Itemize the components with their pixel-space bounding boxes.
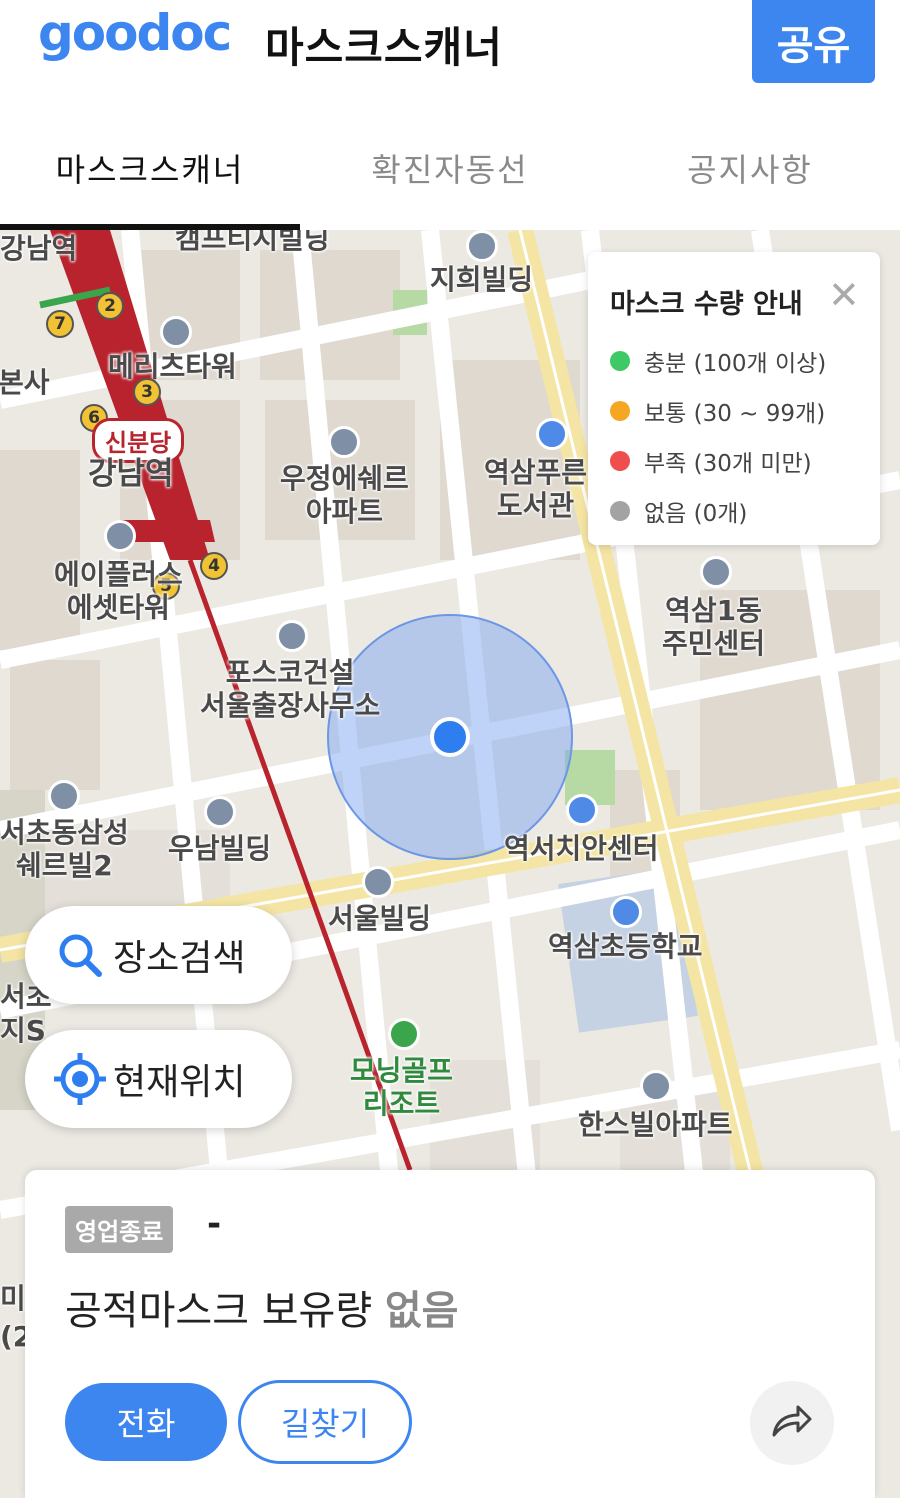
map-label-morning-golf: 모닝골프 리조트	[350, 1054, 454, 1120]
building-icon	[466, 230, 498, 262]
close-icon[interactable]: ✕	[828, 276, 860, 314]
apartment-icon	[640, 1070, 672, 1102]
building-icon	[276, 620, 308, 652]
building-icon	[204, 796, 236, 828]
tab-confirmed-route[interactable]: 확진자동선	[300, 145, 600, 191]
stock-label: 공적마스크 보유량	[65, 1288, 373, 1334]
share-arrow-icon	[770, 1401, 814, 1445]
apartment-icon	[48, 780, 80, 812]
map-label-yeoksam-school: 역삼초등학교	[548, 930, 703, 963]
legend-label: 없음 (0개)	[644, 501, 748, 527]
share-button[interactable]: 공유	[752, 0, 875, 83]
stock-value: 없음	[384, 1288, 459, 1334]
legend-label: 부족 (30개 미만)	[644, 451, 812, 477]
building-icon	[160, 316, 192, 348]
location-target-icon	[47, 1051, 113, 1107]
search-icon	[47, 930, 113, 980]
library-icon	[536, 418, 568, 450]
legend-item-none: 없음 (0개)	[610, 494, 747, 528]
school-icon	[610, 896, 642, 928]
map-label-posco: 포스코건설 서울출장사무소	[200, 656, 381, 722]
green-dot-icon	[610, 351, 630, 371]
building-icon	[104, 520, 136, 552]
map-label-jihee: 지희빌딩	[430, 263, 534, 296]
legend-item-normal: 보통 (30 ~ 99개)	[610, 394, 825, 428]
map-label-bonsa: 본사	[0, 366, 50, 399]
mask-stock-line: 공적마스크 보유량 없음	[65, 1278, 458, 1336]
police-icon	[566, 794, 598, 826]
legend-item-plenty: 충분 (100개 이상)	[610, 344, 826, 378]
app-title: 마스크스캐너	[265, 23, 503, 72]
red-dot-icon	[610, 451, 630, 471]
app-header: goodoc 마스크스캐너 공유	[0, 0, 900, 100]
tab-bar: 마스크스캐너 확진자동선 공지사항	[0, 100, 900, 230]
directions-button[interactable]: 길찾기	[238, 1380, 412, 1464]
map-label-yeoksam-library: 역삼푸른 도서관	[484, 456, 588, 522]
map-label-seoul-bldg: 서울빌딩	[328, 902, 432, 935]
legend-item-low: 부족 (30개 미만)	[610, 444, 812, 478]
legend-label: 보통 (30 ~ 99개)	[644, 401, 826, 427]
legend-label: 충분 (100개 이상)	[644, 351, 827, 377]
card-share-button[interactable]	[750, 1381, 834, 1465]
map-label-meritz: 메리츠타워	[108, 350, 237, 383]
current-location-button[interactable]: 현재위치	[25, 1030, 292, 1128]
call-button[interactable]: 전화	[65, 1383, 227, 1461]
map-label-gangnam-top: 강남역	[0, 232, 78, 265]
building-icon	[362, 866, 394, 898]
map-label-gangnam-station: 강남역	[88, 456, 174, 492]
current-location-label: 현재위치	[113, 1062, 246, 1103]
map-label-yeoksam1: 역삼1동 주민센터	[662, 594, 766, 660]
map-label-mi: 미	[0, 1282, 26, 1315]
map-label-jis: 지S	[0, 1014, 46, 1047]
map-label-hansvill: 한스빌아파트	[578, 1108, 733, 1141]
subway-exit-4-icon: 4	[200, 552, 228, 580]
legend-title: 마스크 수량 안내	[610, 289, 803, 320]
map-label-camp: 캠프티지빌딩	[175, 230, 330, 255]
orange-dot-icon	[610, 401, 630, 421]
public-office-icon	[700, 556, 732, 588]
map-label-woojung: 우정에쉐르 아파트	[280, 462, 409, 528]
subway-exit-7-icon: 7	[46, 310, 74, 338]
tab-mask-scanner[interactable]: 마스크스캐너	[0, 145, 300, 191]
map-label-seocho-samsung: 서초동삼성 쉐르빌2	[0, 816, 129, 882]
store-info-card: 영업종료 - 공적마스크 보유량 없음 전화 길찾기	[25, 1170, 875, 1498]
apartment-icon	[328, 426, 360, 458]
store-name: -	[207, 1204, 222, 1244]
goodoc-logo[interactable]: goodoc	[38, 4, 232, 62]
gray-dot-icon	[610, 501, 630, 521]
subway-exit-3-icon: 3	[133, 378, 161, 406]
place-search-button[interactable]: 장소검색	[25, 906, 292, 1004]
map-label-aplus: 에이플러스 에셋타워	[54, 558, 183, 624]
status-badge: 영업종료	[65, 1206, 174, 1253]
map-label-police: 역서치안센터	[504, 832, 659, 865]
mask-legend-panel: 마스크 수량 안내 ✕ 충분 (100개 이상) 보통 (30 ~ 99개) 부…	[588, 252, 880, 545]
subway-exit-2-icon: 2	[96, 292, 124, 320]
map-label-unam: 우남빌딩	[168, 832, 272, 865]
tab-notice[interactable]: 공지사항	[600, 145, 900, 191]
golf-icon	[388, 1018, 420, 1050]
place-search-label: 장소검색	[113, 938, 246, 979]
